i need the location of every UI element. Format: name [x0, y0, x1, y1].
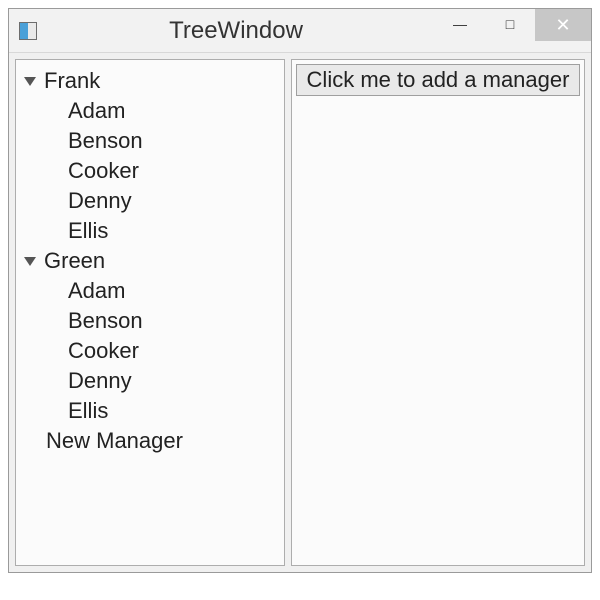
- add-manager-label: Click me to add a manager: [307, 67, 570, 92]
- tree-label: Denny: [68, 368, 132, 393]
- close-button[interactable]: ✕: [535, 9, 591, 41]
- tree-label: Benson: [68, 308, 143, 333]
- tree-child[interactable]: Cooker: [20, 336, 280, 366]
- tree-label: Denny: [68, 188, 132, 213]
- tree-label: Adam: [68, 278, 125, 303]
- tree-label: Adam: [68, 98, 125, 123]
- window-controls: — □ ✕: [435, 9, 591, 52]
- right-panel: Click me to add a manager: [291, 59, 585, 566]
- tree-label: Cooker: [68, 338, 139, 363]
- minimize-icon: —: [453, 16, 467, 32]
- tree-child[interactable]: Adam: [20, 276, 280, 306]
- tree-child[interactable]: Ellis: [20, 216, 280, 246]
- add-manager-button[interactable]: Click me to add a manager: [296, 64, 580, 96]
- tree-child[interactable]: Ellis: [20, 396, 280, 426]
- window-title: TreeWindow: [37, 17, 435, 45]
- tree-label: Frank: [44, 68, 100, 93]
- client-area: Frank Adam Benson Cooker Denny Ellis Gre…: [9, 53, 591, 572]
- tree-child[interactable]: Cooker: [20, 156, 280, 186]
- window-frame: TreeWindow — □ ✕ Frank Adam Benson Cooke…: [8, 8, 592, 573]
- tree-child[interactable]: Adam: [20, 96, 280, 126]
- tree-label: Benson: [68, 128, 143, 153]
- tree-view[interactable]: Frank Adam Benson Cooker Denny Ellis Gre…: [15, 59, 285, 566]
- tree-label: Ellis: [68, 218, 108, 243]
- chevron-down-icon[interactable]: [24, 77, 36, 86]
- tree-root-frank[interactable]: Frank: [20, 66, 280, 96]
- minimize-button[interactable]: —: [435, 9, 485, 39]
- tree-label: New Manager: [46, 428, 183, 453]
- tree-root-green[interactable]: Green: [20, 246, 280, 276]
- tree-child[interactable]: Benson: [20, 306, 280, 336]
- tree-child[interactable]: Denny: [20, 366, 280, 396]
- tree-label: Cooker: [68, 158, 139, 183]
- tree-label: Ellis: [68, 398, 108, 423]
- tree-root-new-manager[interactable]: New Manager: [20, 426, 280, 456]
- chevron-down-icon[interactable]: [24, 257, 36, 266]
- tree-child[interactable]: Denny: [20, 186, 280, 216]
- maximize-icon: □: [506, 16, 514, 32]
- maximize-button[interactable]: □: [485, 9, 535, 39]
- app-icon: [19, 22, 37, 40]
- titlebar[interactable]: TreeWindow — □ ✕: [9, 9, 591, 53]
- tree-child[interactable]: Benson: [20, 126, 280, 156]
- tree-label: Green: [44, 248, 105, 273]
- close-icon: ✕: [555, 15, 570, 36]
